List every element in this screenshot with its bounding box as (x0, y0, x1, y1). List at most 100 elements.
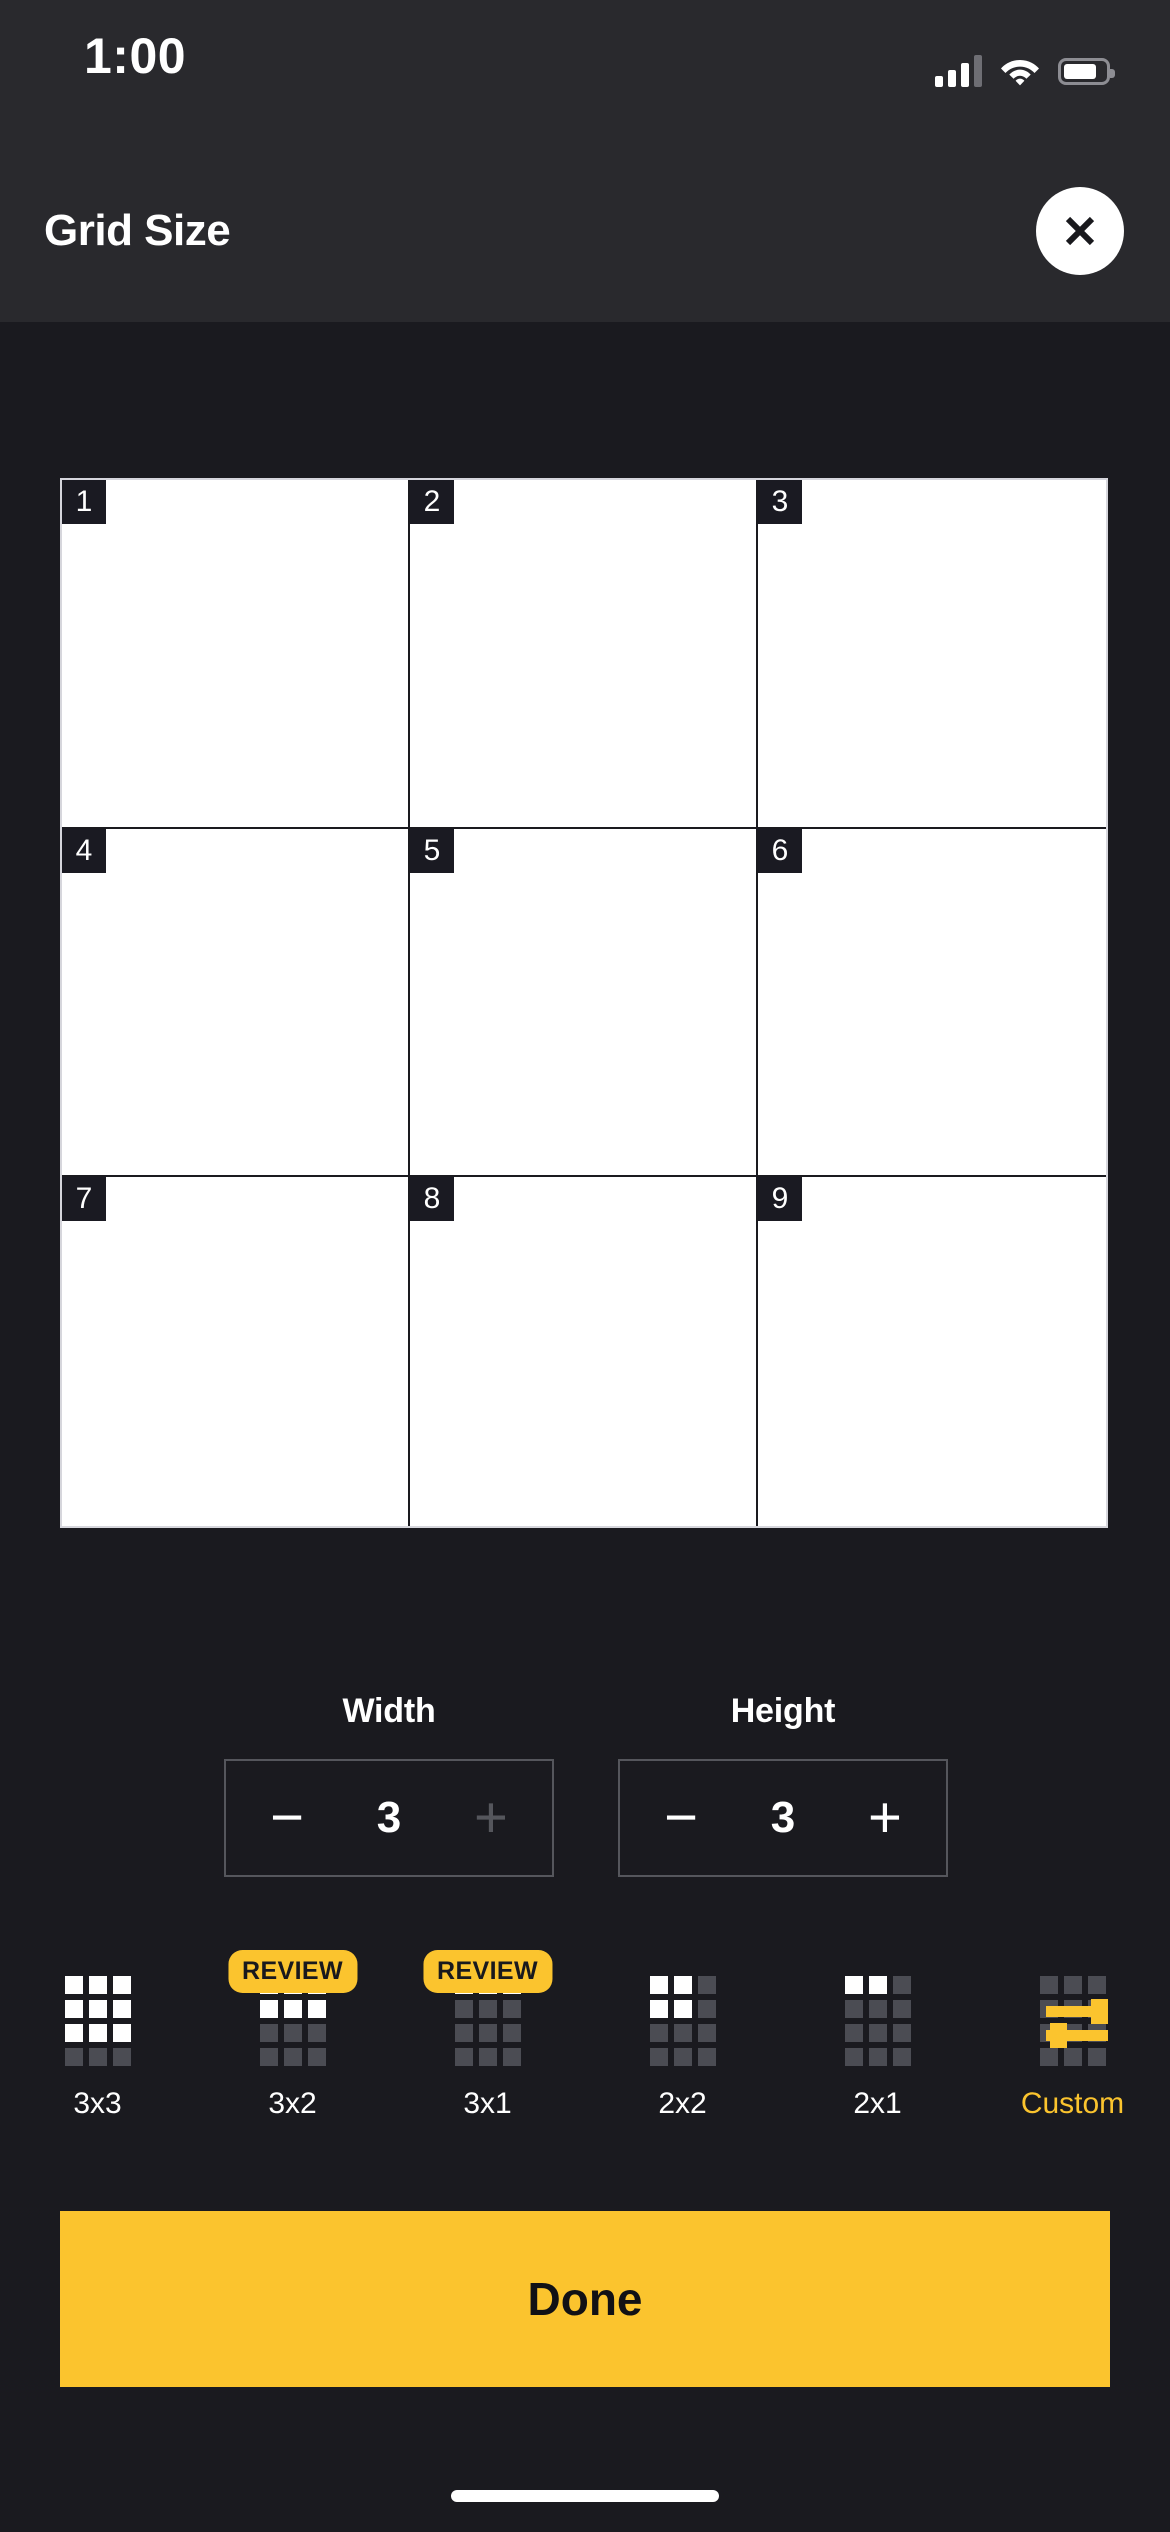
preset-dot (673, 2048, 692, 2066)
page-header: Grid Size (0, 140, 1170, 322)
height-stepper-group: Height − 3 + (618, 1692, 948, 1877)
preset-dot (283, 2024, 302, 2042)
wifi-icon (1001, 60, 1039, 86)
home-indicator (451, 2490, 719, 2502)
width-value: 3 (376, 1793, 402, 1842)
grid-cell-number: 1 (62, 480, 106, 524)
preset-grid-icon (1039, 1976, 1108, 2066)
preset-dot (502, 2000, 521, 2018)
grid-cell-number: 9 (758, 1177, 802, 1222)
preset-dot (892, 2024, 911, 2042)
preset-dot (88, 2024, 107, 2042)
grid-cell[interactable]: 2 (410, 480, 758, 829)
preset-dot (1039, 1976, 1058, 1994)
preset-dot (478, 2000, 497, 2018)
review-badge: REVIEW (422, 1950, 553, 1993)
preset-dot (478, 2048, 497, 2066)
preset-grid-icon (64, 1976, 131, 2066)
preset-3x1[interactable]: REVIEW 3x1 (390, 1950, 585, 2121)
grid-cell-number: 6 (758, 828, 802, 873)
cellular-signal-icon (935, 55, 982, 87)
preset-3x3[interactable]: 3x3 (0, 1968, 195, 2121)
height-stepper: − 3 + (618, 1759, 948, 1877)
grid-cell-number: 7 (62, 1177, 106, 1222)
preset-dot (259, 2024, 278, 2042)
preset-dot (844, 2000, 863, 2018)
height-increment-button[interactable]: + (856, 1788, 914, 1847)
preset-dot (1039, 2048, 1058, 2066)
grid-preview[interactable]: 1 2 3 4 5 6 7 8 9 (60, 478, 1108, 1528)
preset-dot (502, 2024, 521, 2042)
grid-cell[interactable]: 4 (62, 828, 410, 1178)
preset-dot (307, 2000, 326, 2018)
preset-dot (868, 2024, 887, 2042)
preset-dot (112, 2048, 131, 2066)
preset-dot (259, 2048, 278, 2066)
width-decrement-button[interactable]: − (258, 1788, 316, 1847)
preset-dot (112, 1976, 131, 1994)
width-increment-button[interactable]: + (462, 1788, 520, 1847)
height-decrement-button[interactable]: − (652, 1788, 710, 1847)
grid-cell[interactable]: 5 (410, 828, 758, 1178)
preset-dot (892, 2000, 911, 2018)
custom-slider-knob (1090, 1999, 1108, 2024)
grid-cell[interactable]: 7 (62, 1177, 410, 1526)
preset-dot (673, 2000, 692, 2018)
height-label: Height (730, 1692, 836, 1730)
grid-cell-number: 8 (410, 1177, 454, 1222)
preset-list: 3x3 REVIEW 3x2 REVIEW 3x1 2x2 2x1 Custom (0, 1950, 1170, 2128)
grid-cell-number: 5 (410, 828, 454, 873)
preset-dot (649, 2000, 668, 2018)
preset-dot (112, 2024, 131, 2042)
preset-grid-icon (649, 1976, 716, 2066)
close-button[interactable] (1036, 187, 1124, 275)
preset-dot (649, 2048, 668, 2066)
done-button[interactable]: Done (60, 2211, 1110, 2387)
battery-icon (1058, 57, 1115, 85)
preset-dot (112, 2000, 131, 2018)
grid-cell[interactable]: 6 (758, 828, 1106, 1178)
preset-dot (697, 2000, 716, 2018)
preset-grid-icon (844, 1976, 911, 2066)
page-title: Grid Size (44, 206, 231, 255)
preset-2x1[interactable]: 2x1 (780, 1968, 975, 2121)
preset-dot (64, 2000, 83, 2018)
preset-dot (454, 2000, 473, 2018)
preset-dot (649, 1976, 668, 1994)
grid-cell[interactable]: 9 (758, 1177, 1106, 1526)
preset-dot (307, 2024, 326, 2042)
grid-cell[interactable]: 1 (62, 480, 410, 829)
grid-cell-number: 3 (758, 480, 802, 524)
preset-dot (697, 2048, 716, 2066)
grid-cell[interactable]: 8 (410, 1177, 758, 1526)
width-label: Width (342, 1692, 436, 1730)
preset-label: 3x3 (73, 2087, 122, 2120)
preset-dot (868, 2000, 887, 2018)
preset-dot (1087, 2048, 1106, 2066)
status-icons (935, 55, 1115, 87)
preset-dot (307, 2048, 326, 2066)
preset-dot (1063, 2048, 1082, 2066)
preset-dot (673, 2024, 692, 2042)
status-time: 1:00 (84, 28, 187, 84)
grid-cell[interactable]: 3 (758, 480, 1106, 829)
preset-dot (1063, 1976, 1082, 1994)
preset-dot (673, 1976, 692, 1994)
preset-dot (844, 2024, 863, 2042)
preset-custom[interactable]: Custom (975, 1968, 1170, 2121)
width-stepper-group: Width − 3 + (224, 1692, 554, 1877)
preset-dot (88, 1976, 107, 1994)
preset-dot (892, 1976, 911, 1994)
status-bar: 1:00 (0, 0, 1170, 140)
preset-dot (844, 2048, 863, 2066)
preset-dot (64, 2048, 83, 2066)
preset-dot (283, 2000, 302, 2018)
width-stepper: − 3 + (224, 1759, 554, 1877)
preset-label: Custom (1020, 2087, 1125, 2120)
preset-dot (259, 2000, 278, 2018)
preset-3x2[interactable]: REVIEW 3x2 (195, 1950, 390, 2121)
preset-dot (892, 2048, 911, 2066)
preset-2x2[interactable]: 2x2 (585, 1968, 780, 2121)
grid-size-screen: 1:00 Grid Size 123456789 Width − 3 + Hei… (0, 0, 1170, 2532)
custom-slider-knob (1049, 2023, 1067, 2048)
